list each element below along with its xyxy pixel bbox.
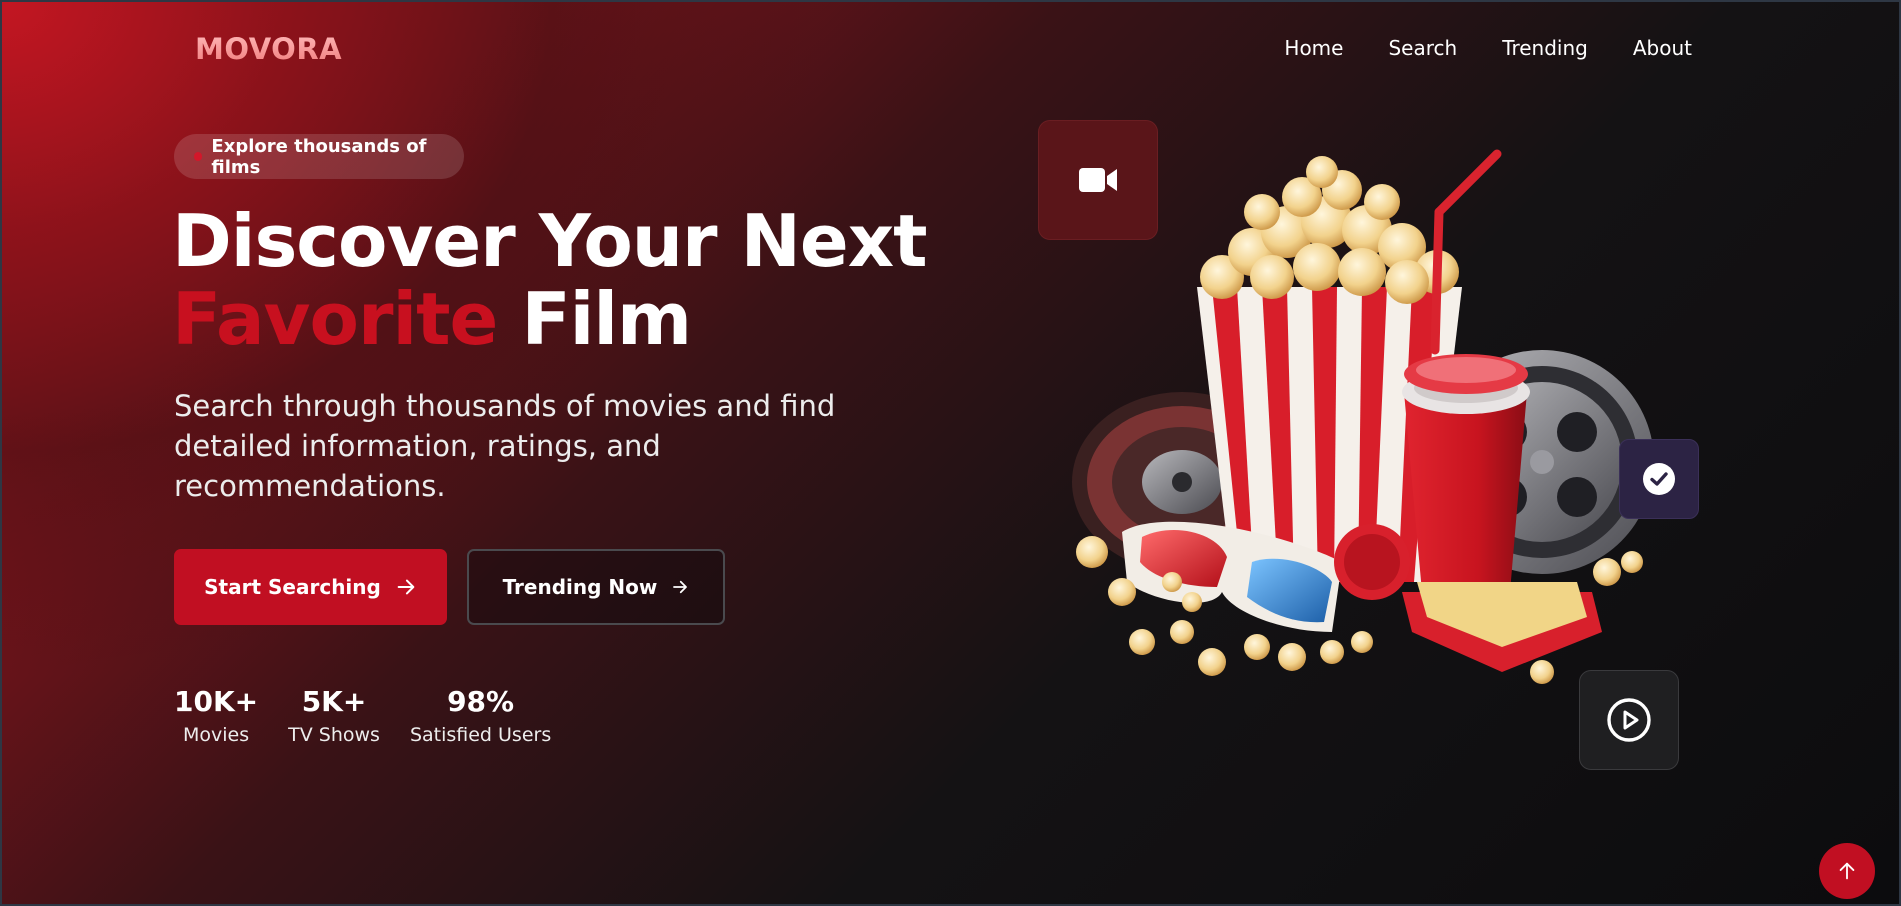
play-circle-icon [1607,698,1651,742]
stat-satisfied-users: 98% Satisfied Users [410,685,551,746]
nav-item-home[interactable]: Home [1284,36,1343,60]
stat-label: Movies [182,724,250,746]
headline-rest: Film [521,277,692,361]
stat-value: 10K+ [174,685,259,718]
headline-accent: Favorite [172,277,498,361]
stat-movies: 10K+ Movies [174,685,258,746]
stat-label: Satisfied Users [409,724,552,746]
arrow-right-icon [673,580,688,594]
stats-row: 10K+ Movies 5K+ TV Shows 98% Satisfied U… [174,685,551,746]
stat-value: 98% [447,685,515,718]
main-nav: Home Search Trending About [1284,36,1692,60]
nav-item-trending[interactable]: Trending [1502,36,1588,60]
check-circle-icon [1643,463,1675,495]
stat-value: 5K+ [301,685,367,718]
nav-item-search[interactable]: Search [1388,36,1457,60]
hero-page: MOVORA Home Search Trending About Explor… [0,0,1901,906]
hero-subtitle: Search through thousands of movies and f… [174,389,836,503]
trending-now-button[interactable]: Trending Now [467,549,725,625]
arrow-up-icon [1839,862,1855,880]
nav-item-about[interactable]: About [1633,36,1692,60]
scroll-to-top-button[interactable] [1819,843,1875,899]
arrow-right-icon [397,579,415,595]
brand-logo[interactable]: MOVORA [195,32,342,66]
hero-badge-label: Explore thousands of films [211,135,427,178]
start-searching-button[interactable]: Start Searching [174,549,447,625]
video-camera-icon [1079,168,1117,192]
hero-headline: Discover Your Next Favorite Film [172,199,928,361]
camera-tile [1038,120,1158,240]
badge-dot [194,152,203,161]
stat-label: TV Shows [288,724,380,746]
start-searching-label: Start Searching [204,575,381,599]
play-tile [1579,670,1679,770]
hero-badge: Explore thousands of films [174,134,464,179]
headline-line1: Discover Your Next [172,199,928,283]
trending-now-label: Trending Now [502,575,658,599]
check-tile [1619,439,1699,519]
stat-tv-shows: 5K+ TV Shows [288,685,380,746]
